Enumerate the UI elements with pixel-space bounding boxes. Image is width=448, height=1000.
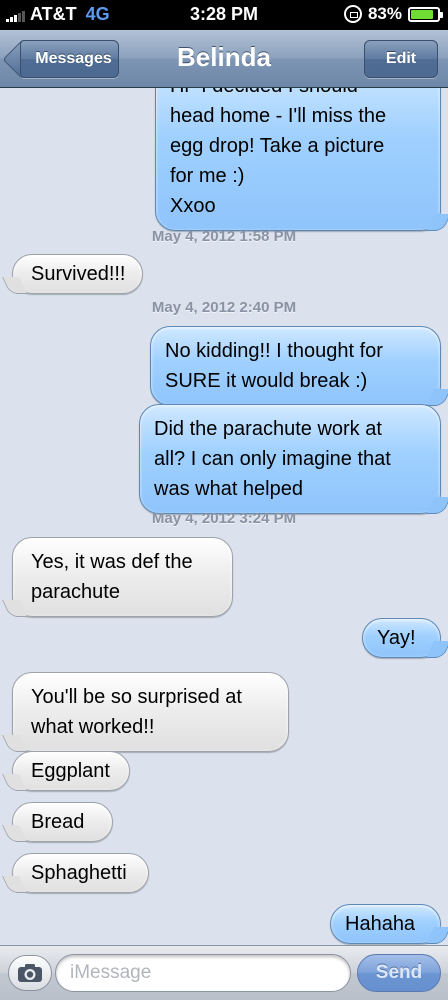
message-line: parachute: [31, 581, 120, 603]
outgoing-message[interactable]: Hi- I decided I should head home - I'll m…: [155, 88, 441, 231]
incoming-message[interactable]: Survived!!!: [12, 254, 143, 294]
outgoing-message[interactable]: Hahaha: [330, 904, 441, 944]
outgoing-message[interactable]: Yay!: [362, 618, 441, 658]
camera-icon: [18, 964, 42, 982]
compose-bar: iMessage Send: [0, 945, 448, 1000]
outgoing-message[interactable]: No kidding!! I thought for SURE it would …: [150, 326, 441, 406]
message-line: egg drop! Take a picture: [170, 135, 385, 157]
incoming-message[interactable]: Sphaghetti: [12, 853, 149, 893]
send-button[interactable]: Send: [357, 954, 441, 992]
message-line: Xxoo: [170, 195, 216, 217]
incoming-message[interactable]: Bread: [12, 802, 113, 842]
back-button-wrapper: Messages: [0, 30, 130, 88]
message-timestamp: May 4, 2012 1:58 PM: [151, 228, 297, 245]
message-line: No kidding!! I thought for: [165, 340, 383, 362]
camera-button[interactable]: [8, 955, 52, 991]
incoming-message[interactable]: You'll be so surprised at what worked!!: [12, 672, 289, 752]
message-line: Hahaha: [345, 913, 416, 935]
message-line: Hi- I decided I should: [170, 88, 420, 101]
status-right: 83%: [343, 4, 443, 24]
conversation-thread[interactable]: Hi- I decided I should head home - I'll m…: [0, 88, 448, 945]
message-line: Yay!: [377, 627, 416, 649]
message-timestamp: May 4, 2012 3:24 PM: [151, 510, 297, 527]
battery-icon: [408, 6, 443, 22]
imessage-input[interactable]: iMessage: [55, 954, 351, 992]
incoming-message[interactable]: Yes, it was def the parachute: [12, 537, 233, 617]
message-line: Survived!!!: [31, 263, 126, 285]
navigation-bar: Messages Belinda Edit: [0, 30, 448, 88]
status-bar: AT&T 4G 3:28 PM 83%: [0, 0, 448, 30]
edit-button[interactable]: Edit: [364, 40, 438, 78]
incoming-message[interactable]: Eggplant: [12, 751, 130, 791]
message-line: You'll be so surprised at: [31, 686, 242, 708]
message-line: for me :): [170, 165, 245, 187]
message-line: head home - I'll miss the: [170, 105, 387, 127]
message-line: Yes, it was def the: [31, 551, 193, 573]
message-line: Eggplant: [31, 760, 110, 782]
message-line: SURE it would break :): [165, 370, 368, 392]
message-line: all? I can only imagine that: [154, 448, 391, 470]
battery-fill: [411, 9, 433, 19]
message-line: Did the parachute work at: [154, 418, 382, 440]
rotation-lock-icon: [343, 5, 362, 23]
message-line: Sphaghetti: [31, 862, 127, 884]
outgoing-message[interactable]: Did the parachute work at all? I can only…: [139, 404, 441, 514]
battery-percent: 83%: [367, 4, 402, 23]
message-line: was what helped: [154, 478, 303, 500]
message-line: Bread: [31, 811, 85, 833]
message-line: what worked!!: [31, 716, 155, 738]
message-timestamp: May 4, 2012 2:40 PM: [151, 299, 297, 316]
messages-back-button[interactable]: Messages: [20, 40, 119, 78]
